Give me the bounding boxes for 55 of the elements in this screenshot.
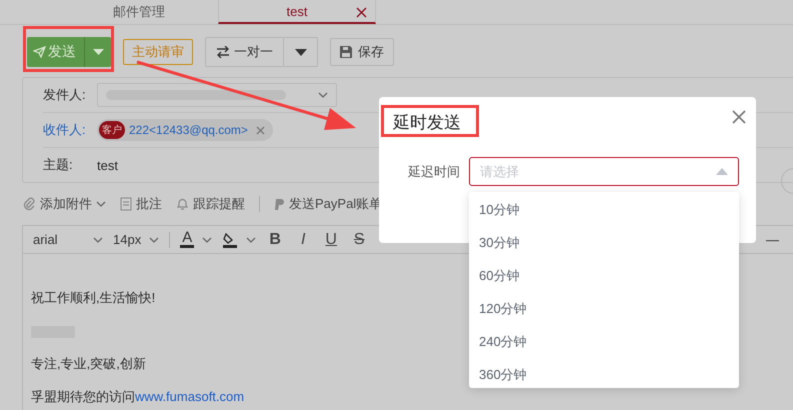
dropdown-option[interactable]: 120分钟 — [469, 292, 739, 325]
field-label: 发件人: — [43, 86, 83, 104]
chevron-icon — [246, 236, 256, 242]
body-paragraph: 孚盟期待您的访问www.fumasoft.com — [31, 388, 244, 406]
note-icon — [120, 197, 132, 211]
swap-arrows-icon — [216, 46, 230, 58]
font-color-button[interactable]: A — [180, 231, 212, 248]
tab[interactable]: test — [218, 0, 376, 24]
field-label: 收件人: — [43, 121, 83, 139]
format-button[interactable]: U — [322, 230, 340, 248]
format-button[interactable]: S — [350, 230, 368, 248]
field-label: 延迟时间 — [408, 163, 460, 181]
size-select[interactable]: 14px — [113, 232, 160, 247]
tag-badge: 客户 — [99, 121, 125, 139]
tab[interactable]: 邮件管理 — [60, 0, 218, 24]
toolbar-item[interactable]: 添加附件 — [22, 195, 106, 213]
recipient-chip[interactable]: 客户 222<12433@qq.com> — [97, 119, 273, 141]
mode-split-button[interactable]: 一对一 — [205, 37, 318, 67]
caret-icon — [92, 49, 104, 55]
close-icon[interactable] — [732, 110, 746, 124]
fill-color-button[interactable] — [222, 232, 256, 248]
bell-icon — [176, 197, 189, 211]
chevron-icon — [202, 236, 212, 242]
chevron-icon — [318, 92, 328, 98]
caret-icon — [716, 168, 728, 175]
chevron-icon — [93, 236, 103, 242]
body-paragraph: 专注,专业,突破,创新 — [31, 355, 146, 373]
body-paragraph: 祝工作顺利,生活愉快! — [31, 289, 156, 307]
dropdown-option[interactable]: 60分钟 — [469, 259, 739, 292]
close-icon[interactable] — [356, 7, 367, 18]
remove-icon[interactable] — [256, 126, 265, 134]
format-button[interactable]: I — [294, 230, 312, 248]
dropdown-option[interactable]: 240分钟 — [469, 325, 739, 358]
caret-icon — [294, 48, 306, 56]
paper-plane-icon — [33, 46, 46, 58]
save-button[interactable]: 保存 — [330, 38, 394, 66]
toolbar-item[interactable]: 批注 — [120, 195, 162, 213]
divider-glyph: — — [766, 232, 779, 247]
sender-select[interactable] — [97, 83, 337, 107]
dialog-title: 延时发送 — [393, 112, 461, 134]
format-button[interactable]: B — [266, 230, 284, 248]
chevron-icon — [149, 236, 160, 242]
font-select[interactable]: arial — [33, 232, 103, 247]
paperclip-icon — [22, 197, 36, 211]
dropdown-option[interactable]: 30分钟 — [469, 226, 739, 259]
chevron-icon — [96, 201, 106, 207]
field-label: 主题: — [43, 156, 74, 174]
toolbar-item[interactable]: 跟踪提醒 — [176, 195, 245, 213]
website-link[interactable]: www.fumasoft.com — [135, 389, 244, 404]
recipient-address: 222<12433@qq.com> — [129, 123, 248, 137]
paypal-icon — [274, 198, 285, 210]
dropdown-option[interactable]: 360分钟 — [469, 358, 739, 391]
subject-text: test — [97, 158, 118, 172]
paint-bucket-icon — [222, 232, 238, 248]
dropdown-option[interactable]: 10分钟 — [469, 193, 739, 226]
